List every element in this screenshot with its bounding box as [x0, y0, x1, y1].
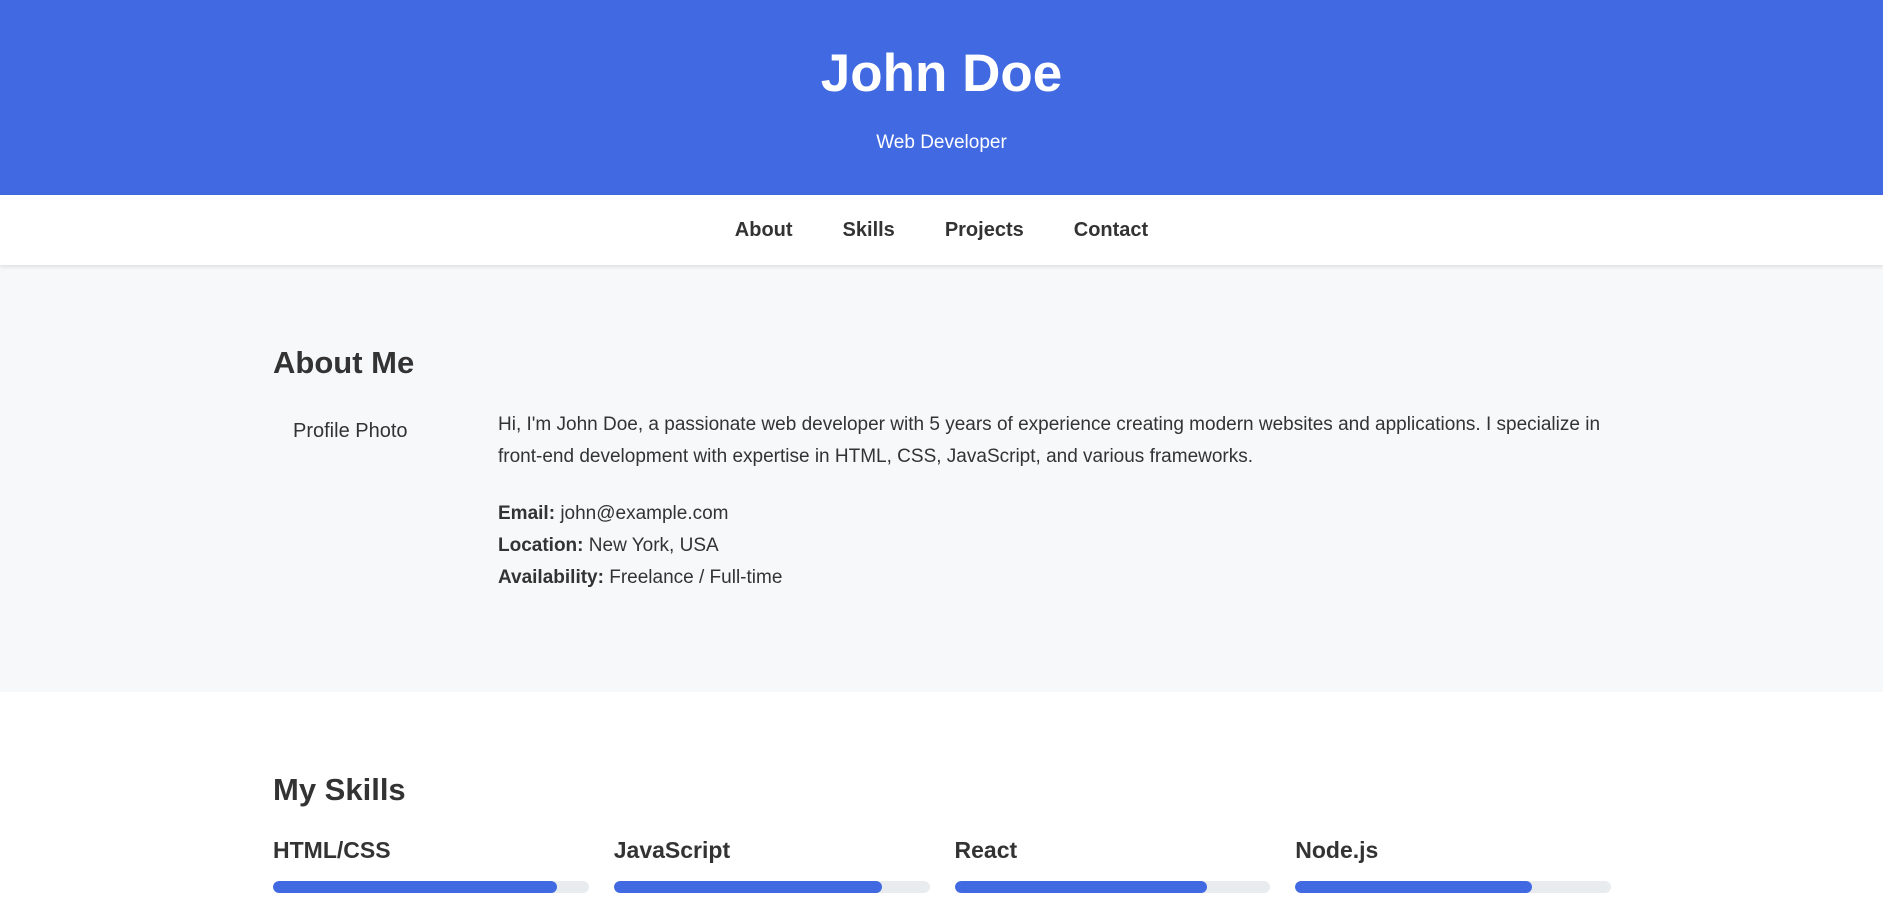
detail-location: Location: New York, USA — [498, 530, 1611, 562]
profile-photo: Profile Photo — [273, 409, 498, 569]
detail-label: Availability: — [498, 567, 604, 588]
skill-progress-track — [273, 881, 589, 893]
skill-progress-fill — [273, 881, 558, 893]
nav-link-projects[interactable]: Projects — [945, 219, 1024, 242]
about-section: About Me Profile Photo Hi, I'm John Doe,… — [0, 265, 1883, 692]
skill-name: React — [954, 837, 1018, 863]
detail-availability: Availability: Freelance / Full-time — [498, 562, 1611, 594]
detail-value: john@example.com — [560, 503, 729, 524]
skill-card: HTML/CSS — [273, 837, 589, 893]
detail-value: New York, USA — [588, 535, 719, 556]
skill-progress-track — [1295, 881, 1611, 893]
detail-email: Email: john@example.com — [498, 498, 1611, 530]
skill-progress-fill — [1295, 881, 1533, 893]
nav-link-skills[interactable]: Skills — [843, 219, 895, 242]
page-header: John Doe Web Developer — [0, 0, 1883, 195]
detail-label: Location: — [498, 535, 584, 556]
site-subtitle: Web Developer — [876, 132, 1007, 153]
skill-progress-fill — [954, 881, 1208, 893]
detail-value: Freelance / Full-time — [609, 567, 783, 588]
nav-link-about[interactable]: About — [735, 219, 793, 242]
detail-label: Email: — [498, 503, 556, 524]
main-nav: About Skills Projects Contact — [0, 195, 1883, 265]
site-title: John Doe — [820, 44, 1063, 103]
skills-section: My Skills HTML/CSS JavaScript React Node… — [0, 692, 1883, 893]
about-title: About Me — [273, 345, 415, 380]
skill-name: JavaScript — [613, 837, 731, 863]
skill-progress-track — [613, 881, 930, 893]
nav-link-contact[interactable]: Contact — [1074, 219, 1148, 242]
skill-progress-fill — [613, 881, 883, 893]
skill-card: React — [954, 837, 1271, 893]
skill-card: JavaScript — [613, 837, 930, 893]
skill-progress-track — [954, 881, 1271, 893]
skill-name: Node.js — [1295, 837, 1379, 863]
profile-photo-alt-text: Profile Photo — [293, 420, 408, 442]
skill-name: HTML/CSS — [273, 837, 391, 863]
skill-card: Node.js — [1295, 837, 1611, 893]
about-bio: Hi, I'm John Doe, a passionate web devel… — [498, 414, 1601, 467]
skills-title: My Skills — [273, 772, 406, 807]
